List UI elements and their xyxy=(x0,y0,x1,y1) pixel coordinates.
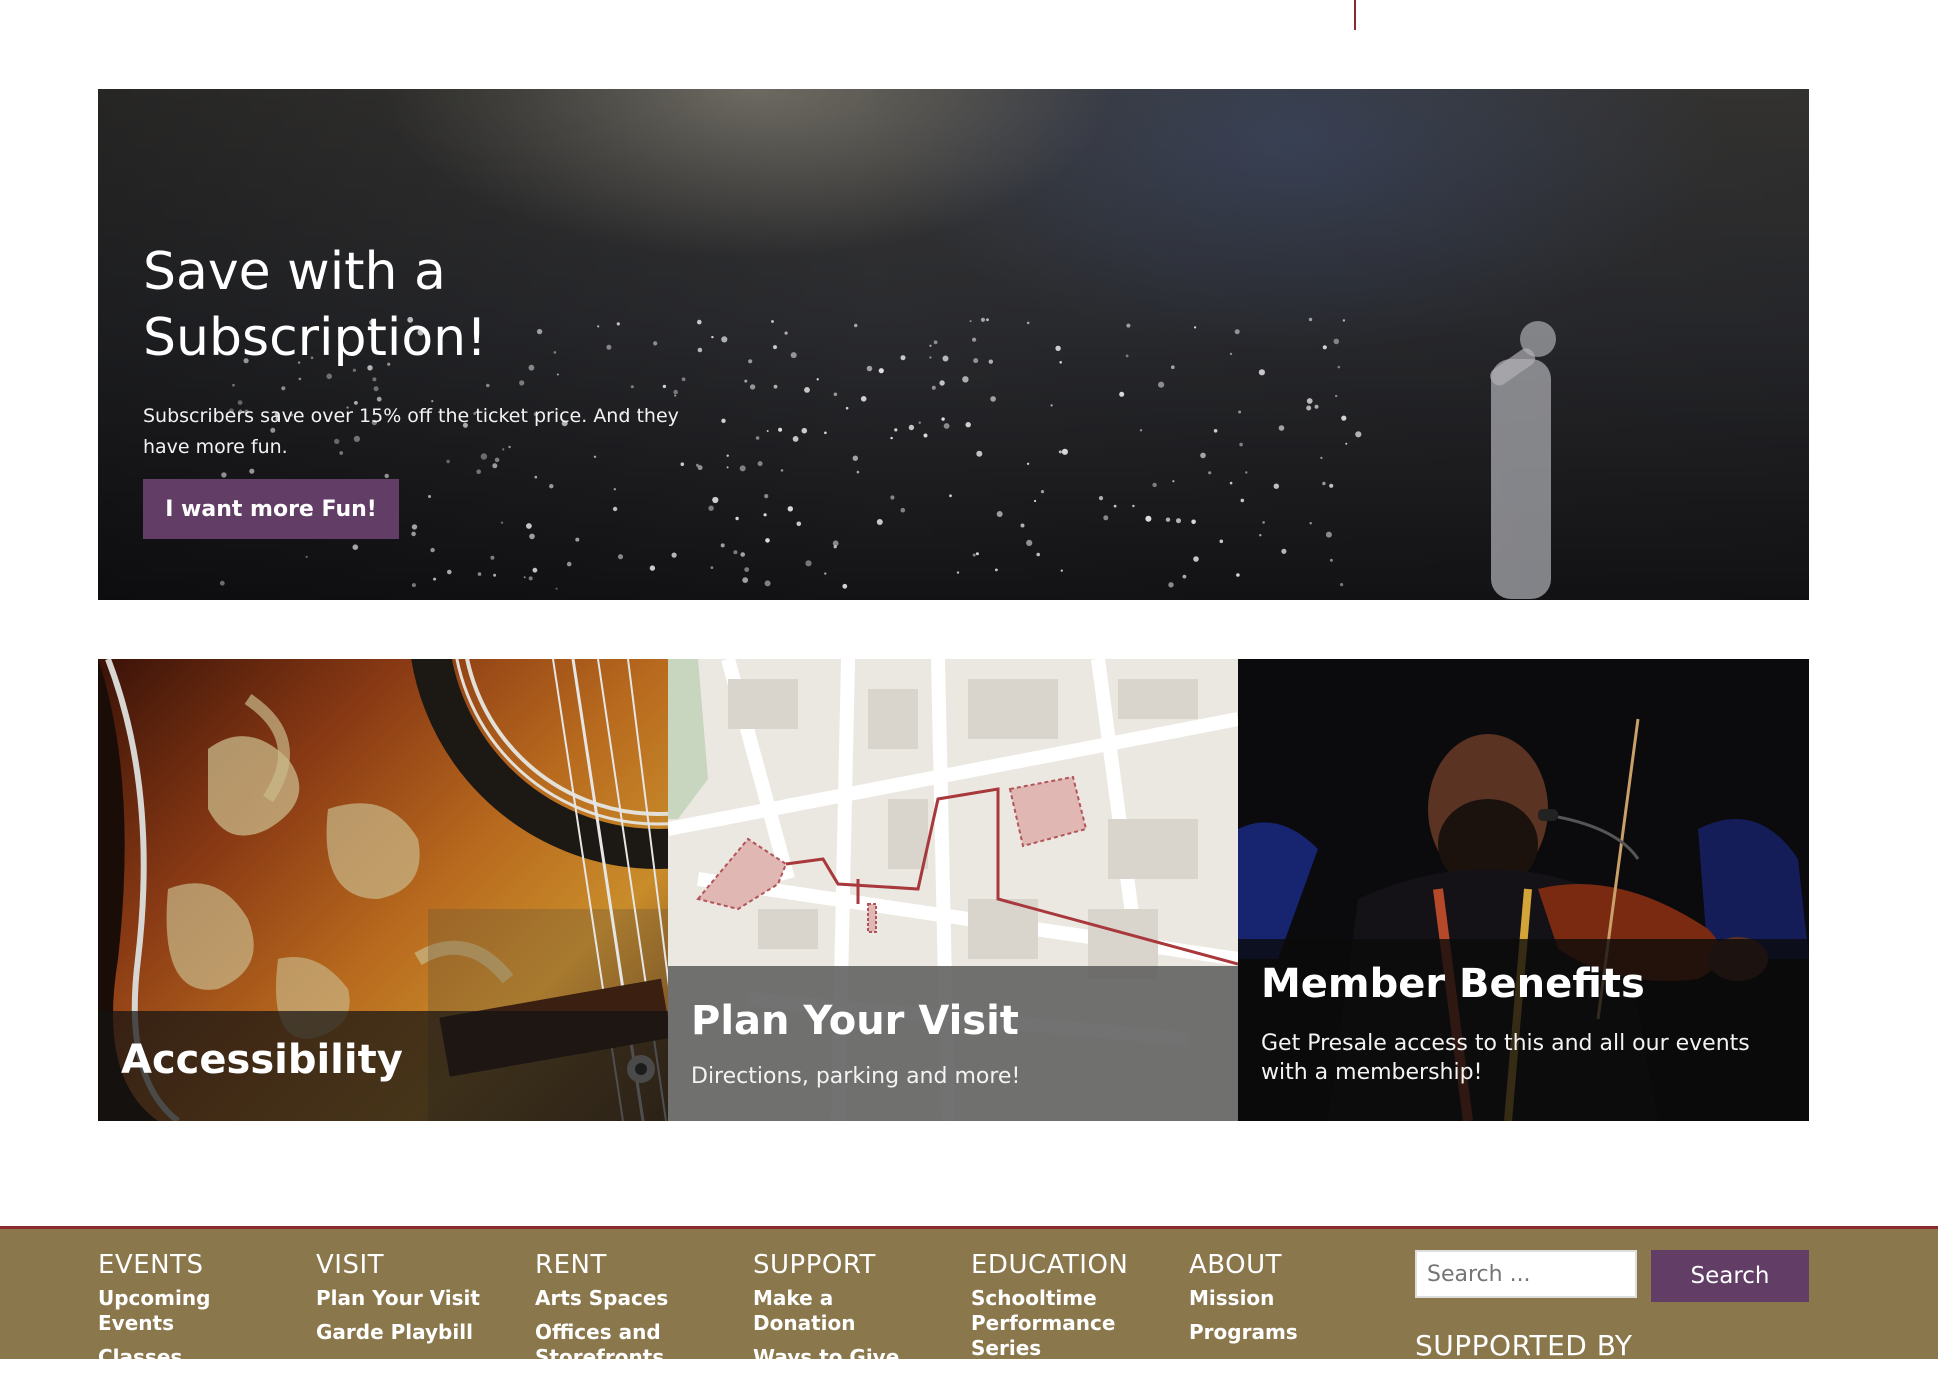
footer-heading: RENT xyxy=(535,1250,607,1280)
accessibility-card[interactable]: Accessibility xyxy=(98,659,668,1121)
footer-link-offices-storefronts[interactable]: Offices and Storefronts xyxy=(535,1320,715,1370)
footer-link-garde-playbill[interactable]: Garde Playbill xyxy=(316,1320,496,1345)
footer-heading: ABOUT xyxy=(1189,1250,1283,1280)
footer-heading: EVENTS xyxy=(98,1250,204,1280)
footer-column-about: ABOUT Mission Programs xyxy=(1189,1250,1389,1354)
member-benefits-card[interactable]: Member Benefits Get Presale access to th… xyxy=(1238,659,1809,1121)
footer-column-support: SUPPORT Make a Donation Ways to Give xyxy=(753,1250,953,1379)
plan-your-visit-card[interactable]: Plan Your Visit Directions, parking and … xyxy=(668,659,1238,1121)
header-divider xyxy=(1354,0,1356,30)
footer-column-rent: RENT Arts Spaces Offices and Storefronts xyxy=(535,1250,735,1379)
footer-link-schooltime-series[interactable]: Schooltime Performance Series xyxy=(971,1286,1151,1361)
site-footer: EVENTS Upcoming Events Classes VISIT Pla… xyxy=(0,1226,1938,1369)
supported-by-heading: SUPPORTED BY xyxy=(1415,1329,1633,1362)
footer-search-button[interactable]: Search xyxy=(1651,1250,1809,1302)
footer-search-input[interactable] xyxy=(1415,1250,1637,1298)
footer-link-mission[interactable]: Mission xyxy=(1189,1286,1369,1311)
card-title: Member Benefits xyxy=(1261,961,1645,1007)
card-description: Directions, parking and more! xyxy=(691,1064,1021,1089)
footer-link-ways-to-give[interactable]: Ways to Give xyxy=(753,1345,933,1370)
footer-column-education: EDUCATION Schooltime Performance Series xyxy=(971,1250,1171,1370)
footer-column-visit: VISIT Plan Your Visit Garde Playbill xyxy=(316,1250,516,1354)
footer-column-events: EVENTS Upcoming Events Classes xyxy=(98,1250,298,1379)
footer-link-arts-spaces[interactable]: Arts Spaces xyxy=(535,1286,715,1311)
footer-heading: SUPPORT xyxy=(753,1250,876,1280)
card-title: Plan Your Visit xyxy=(691,998,1019,1044)
footer-link-plan-your-visit[interactable]: Plan Your Visit xyxy=(316,1286,496,1311)
hero-description: Subscribers save over 15% off the ticket… xyxy=(143,405,679,458)
subscription-hero: Save with a Subscription! Subscribers sa… xyxy=(98,89,1809,600)
card-description: Get Presale access to this and all our e… xyxy=(1261,1031,1750,1085)
footer-link-classes[interactable]: Classes xyxy=(98,1345,278,1370)
card-title: Accessibility xyxy=(121,1037,403,1083)
footer-heading: EDUCATION xyxy=(971,1250,1129,1280)
footer-link-make-donation[interactable]: Make a Donation xyxy=(753,1286,933,1336)
footer-link-programs[interactable]: Programs xyxy=(1189,1320,1369,1345)
footer-heading: VISIT xyxy=(316,1250,385,1280)
footer-link-upcoming-events[interactable]: Upcoming Events xyxy=(98,1286,278,1336)
hero-title: Save with a Subscription! xyxy=(143,242,487,368)
want-more-fun-button[interactable]: I want more Fun! xyxy=(143,479,399,539)
